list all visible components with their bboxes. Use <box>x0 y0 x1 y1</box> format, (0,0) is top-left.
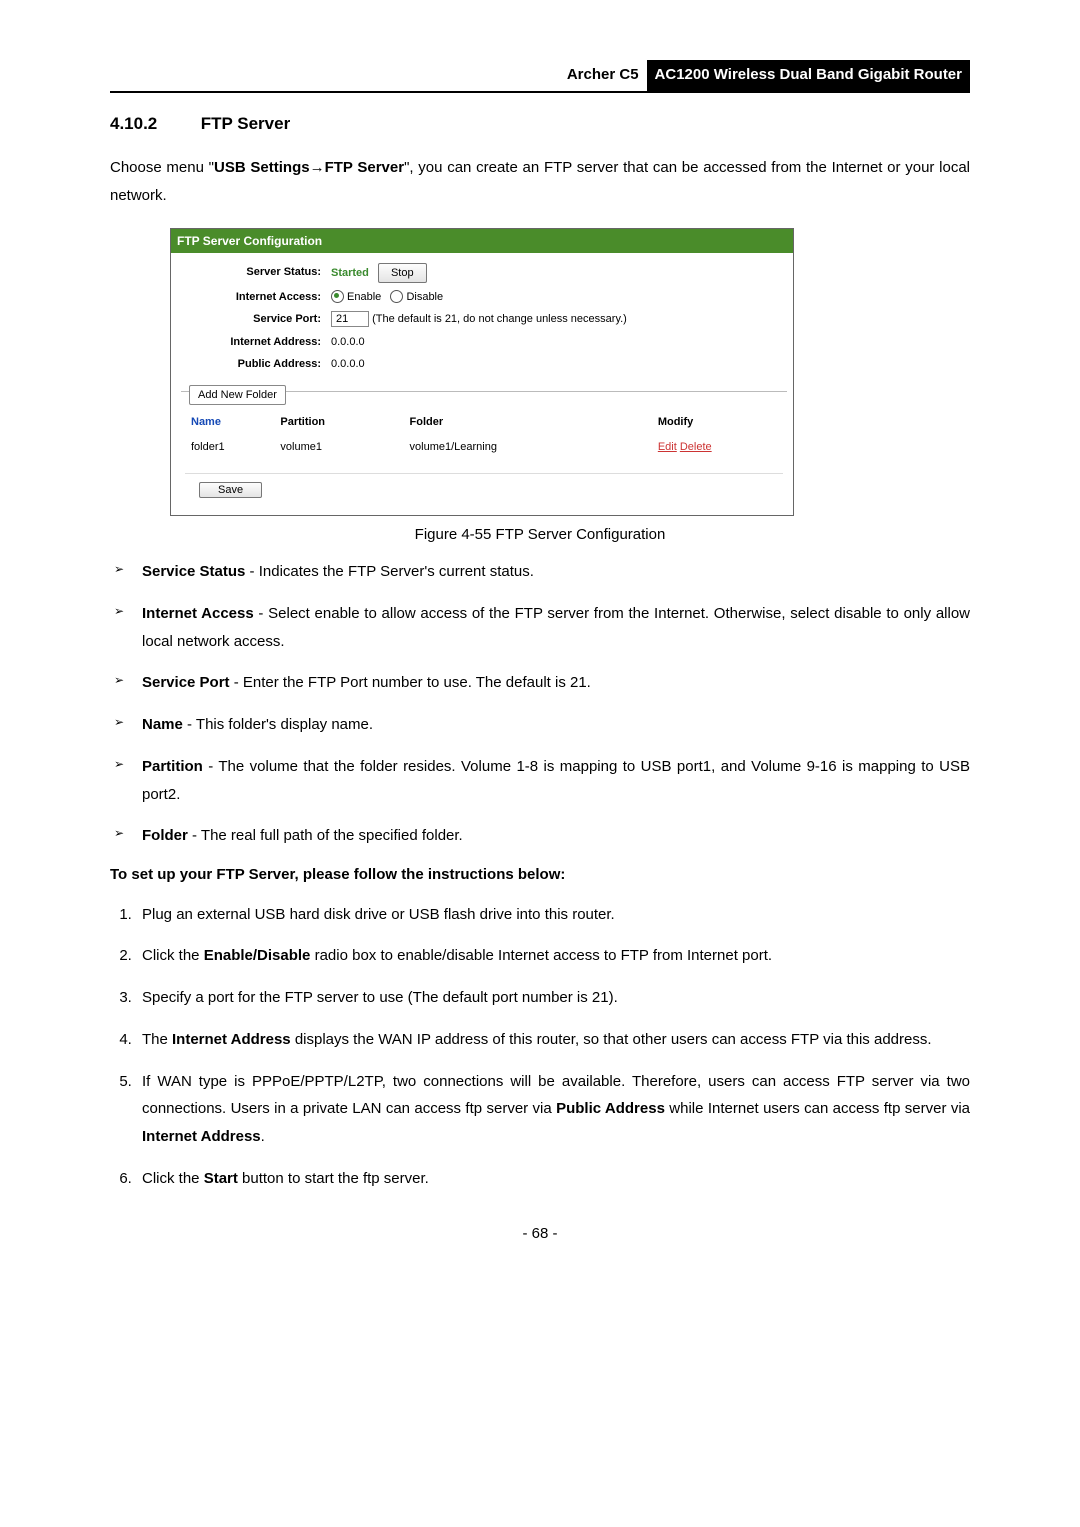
list-item: Click the Enable/Disable radio box to en… <box>136 942 970 970</box>
list-item: If WAN type is PPPoE/PPTP/L2TP, two conn… <box>136 1068 970 1151</box>
list-item: Specify a port for the FTP server to use… <box>136 984 970 1012</box>
cell-folder: volume1/Learning <box>410 439 658 456</box>
radio-disable-label: Disable <box>406 291 443 303</box>
list-item: Plug an external USB hard disk drive or … <box>136 901 970 929</box>
config-screenshot: FTP Server Configuration Server Status: … <box>170 228 970 516</box>
figure-caption: Figure 4-55 FTP Server Configuration <box>110 524 970 547</box>
section-heading: 4.10.2 FTP Server <box>110 111 970 137</box>
label-internet-address: Internet Address: <box>181 334 331 351</box>
public-address-value: 0.0.0.0 <box>331 356 787 373</box>
list-item: Service Status - Indicates the FTP Serve… <box>110 558 970 586</box>
radio-disable[interactable] <box>390 290 403 303</box>
list-item: Service Port - Enter the FTP Port number… <box>110 669 970 697</box>
instruction-steps: Plug an external USB hard disk drive or … <box>110 901 970 1193</box>
radio-enable[interactable] <box>331 290 344 303</box>
header-model: Archer C5 <box>559 60 647 91</box>
col-modify: Modify <box>658 414 777 431</box>
table-header: Name Partition Folder Modify <box>181 410 787 435</box>
section-title: FTP Server <box>201 114 290 133</box>
edit-link[interactable]: Edit <box>658 441 677 453</box>
cell-name: folder1 <box>191 439 280 456</box>
delete-link[interactable]: Delete <box>680 441 712 453</box>
col-partition: Partition <box>280 414 409 431</box>
page: Archer C5 AC1200 Wireless Dual Band Giga… <box>0 0 1080 1527</box>
panel-title: FTP Server Configuration <box>171 229 793 253</box>
cell-partition: volume1 <box>280 439 409 456</box>
list-item: The Internet Address displays the WAN IP… <box>136 1026 970 1054</box>
list-item: Partition - The volume that the folder r… <box>110 753 970 809</box>
page-number: - 68 - <box>110 1223 970 1246</box>
header-product: AC1200 Wireless Dual Band Gigabit Router <box>647 60 970 91</box>
port-note: (The default is 21, do not change unless… <box>372 313 627 325</box>
stop-button[interactable]: Stop <box>378 263 427 283</box>
list-item: Click the Start button to start the ftp … <box>136 1165 970 1193</box>
instructions-heading: To set up your FTP Server, please follow… <box>110 864 970 887</box>
radio-enable-label: Enable <box>347 291 381 303</box>
intro-paragraph: Choose menu "USB Settings→FTP Server", y… <box>110 154 970 210</box>
section-number: 4.10.2 <box>110 111 196 137</box>
label-server-status: Server Status: <box>181 264 331 281</box>
list-item: Internet Access - Select enable to allow… <box>110 600 970 656</box>
label-service-port: Service Port: <box>181 311 331 328</box>
add-new-folder-button[interactable]: Add New Folder <box>189 385 286 406</box>
table-row: folder1 volume1 volume1/Learning Edit De… <box>181 435 787 460</box>
list-item: Name - This folder's display name. <box>110 711 970 739</box>
label-public-address: Public Address: <box>181 356 331 373</box>
internet-address-value: 0.0.0.0 <box>331 334 787 351</box>
col-name: Name <box>191 414 280 431</box>
col-folder: Folder <box>410 414 658 431</box>
save-button[interactable]: Save <box>199 482 262 498</box>
page-header: Archer C5 AC1200 Wireless Dual Band Giga… <box>110 60 970 93</box>
label-internet-access: Internet Access: <box>181 289 331 306</box>
list-item: Folder - The real full path of the speci… <box>110 822 970 850</box>
service-port-input[interactable] <box>331 311 369 327</box>
status-value: Started <box>331 267 369 279</box>
definition-list: Service Status - Indicates the FTP Serve… <box>110 558 970 850</box>
